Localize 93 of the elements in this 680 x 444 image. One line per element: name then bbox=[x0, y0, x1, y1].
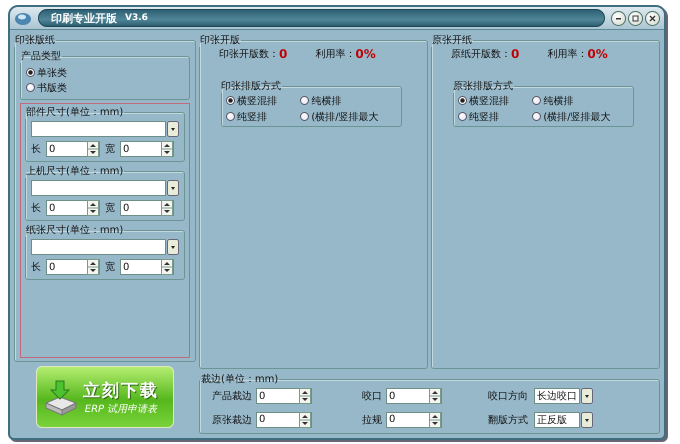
stat-value: 0 bbox=[279, 47, 288, 61]
dropdown-button[interactable] bbox=[167, 239, 179, 255]
spinner-icon[interactable] bbox=[87, 141, 99, 157]
caret-icon bbox=[167, 180, 179, 196]
version-label: V3.6 bbox=[125, 13, 148, 23]
spin-field[interactable]: 0 bbox=[46, 259, 100, 275]
spin-field[interactable]: 0 bbox=[120, 200, 174, 216]
spinner-icon[interactable] bbox=[161, 141, 173, 157]
spinner-icon[interactable] bbox=[87, 200, 99, 216]
spin-field[interactable]: 0 bbox=[120, 141, 174, 157]
spinner-icon[interactable] bbox=[161, 200, 173, 216]
spin-field[interactable]: 0 bbox=[386, 388, 442, 404]
app-icon bbox=[14, 10, 32, 26]
dropdown-field[interactable] bbox=[31, 180, 166, 196]
group-title: 印张开版 bbox=[199, 34, 241, 47]
minimize-button[interactable] bbox=[611, 10, 626, 26]
radio-icon[interactable] bbox=[532, 112, 542, 121]
radio-icon[interactable] bbox=[226, 112, 235, 121]
field-label: 宽 bbox=[105, 260, 115, 274]
spinner-icon[interactable] bbox=[429, 388, 441, 404]
spinner-icon[interactable] bbox=[161, 259, 173, 275]
field-label: 宽 bbox=[105, 202, 115, 215]
field-label: 咬口 bbox=[361, 390, 382, 404]
stat-value: 0 bbox=[511, 47, 520, 61]
spinner-icon[interactable] bbox=[299, 388, 311, 404]
radio-button[interactable]: 横竖混排 bbox=[226, 93, 300, 108]
field-label: 长 bbox=[31, 202, 41, 215]
radio-button[interactable]: 书版类 bbox=[26, 80, 184, 95]
dropdown-button[interactable] bbox=[581, 388, 593, 404]
radio-icon[interactable] bbox=[458, 96, 467, 105]
radio-button[interactable]: (横排/竖排最大 bbox=[300, 109, 397, 124]
dropdown-field[interactable] bbox=[31, 239, 166, 255]
radio-icon[interactable] bbox=[26, 68, 35, 77]
group-title: 纸张尺寸(单位：mm) bbox=[25, 224, 124, 237]
field-label: 长 bbox=[31, 260, 41, 274]
radio-button[interactable]: 纯横排 bbox=[300, 93, 397, 108]
maximize-icon bbox=[632, 14, 639, 22]
dropdown-button[interactable] bbox=[167, 121, 179, 137]
close-icon bbox=[649, 14, 656, 22]
radio-icon[interactable] bbox=[226, 96, 235, 105]
radio-button[interactable]: 横竖混排 bbox=[458, 93, 532, 108]
maximize-button[interactable] bbox=[628, 10, 643, 26]
group-title: 产品类型 bbox=[20, 50, 62, 63]
radio-button[interactable]: 纯横排 bbox=[532, 93, 629, 108]
spinner-icon[interactable] bbox=[429, 412, 441, 428]
field-label: 长 bbox=[31, 142, 41, 156]
spin-field[interactable]: 0 bbox=[46, 200, 100, 216]
caret-icon bbox=[167, 121, 179, 137]
radio-icon[interactable] bbox=[26, 83, 35, 92]
field-label: 宽 bbox=[105, 142, 115, 156]
group-title: 裁边(单位：mm) bbox=[200, 372, 280, 386]
radio-button[interactable]: 单张类 bbox=[26, 65, 184, 80]
dropdown-field[interactable]: 正反版 bbox=[534, 412, 580, 428]
caret-icon bbox=[581, 412, 593, 428]
radio-button[interactable]: (横排/竖排最大 bbox=[532, 109, 629, 124]
caret-icon bbox=[581, 388, 593, 404]
spin-field[interactable]: 0 bbox=[256, 412, 312, 428]
stat-label: 原纸开版数： bbox=[451, 48, 511, 61]
spin-field[interactable]: 0 bbox=[120, 259, 174, 275]
dropdown-button[interactable] bbox=[581, 412, 593, 428]
radio-icon[interactable] bbox=[300, 96, 310, 105]
dropdown-field[interactable] bbox=[31, 121, 166, 137]
group-title: 部件尺寸(单位：mm) bbox=[25, 106, 124, 119]
spinner-icon[interactable] bbox=[87, 259, 99, 275]
spin-field[interactable]: 0 bbox=[46, 141, 100, 157]
stat-label: 利用率： bbox=[547, 48, 588, 61]
radio-icon[interactable] bbox=[458, 112, 467, 121]
field-label: 产品裁边 bbox=[211, 390, 252, 404]
radio-icon[interactable] bbox=[532, 96, 542, 105]
spin-field[interactable]: 0 bbox=[256, 388, 312, 404]
field-label: 咬口方向 bbox=[488, 390, 528, 404]
dropdown-button[interactable] bbox=[167, 180, 179, 196]
radio-icon[interactable] bbox=[300, 112, 310, 121]
field-label: 拉规 bbox=[361, 414, 382, 427]
spinner-icon[interactable] bbox=[299, 412, 311, 428]
group-title: 原张开纸 bbox=[431, 34, 473, 47]
window-title: 印刷专业开版 bbox=[51, 10, 117, 26]
field-label: 原张裁边 bbox=[211, 414, 252, 427]
stat-value: 0% bbox=[587, 47, 608, 61]
stat-label: 利用率： bbox=[315, 48, 356, 61]
group-title: 印张排版方式 bbox=[220, 80, 282, 93]
stat-value: 0% bbox=[355, 47, 376, 61]
group-title: 上机尺寸(单位：mm) bbox=[25, 164, 124, 178]
caret-icon bbox=[167, 239, 179, 255]
field-label: 翻版方式 bbox=[488, 414, 528, 427]
dropdown-field[interactable]: 长边咬口 bbox=[534, 388, 580, 404]
stat-label: 印张开版数： bbox=[219, 48, 279, 61]
close-button[interactable] bbox=[645, 10, 660, 26]
group-title: 原张排版方式 bbox=[452, 80, 514, 93]
radio-button[interactable]: 纯竖排 bbox=[458, 109, 532, 124]
group-title: 印张版纸 bbox=[14, 34, 56, 47]
spin-field[interactable]: 0 bbox=[386, 412, 442, 428]
radio-button[interactable]: 纯竖排 bbox=[226, 109, 300, 124]
